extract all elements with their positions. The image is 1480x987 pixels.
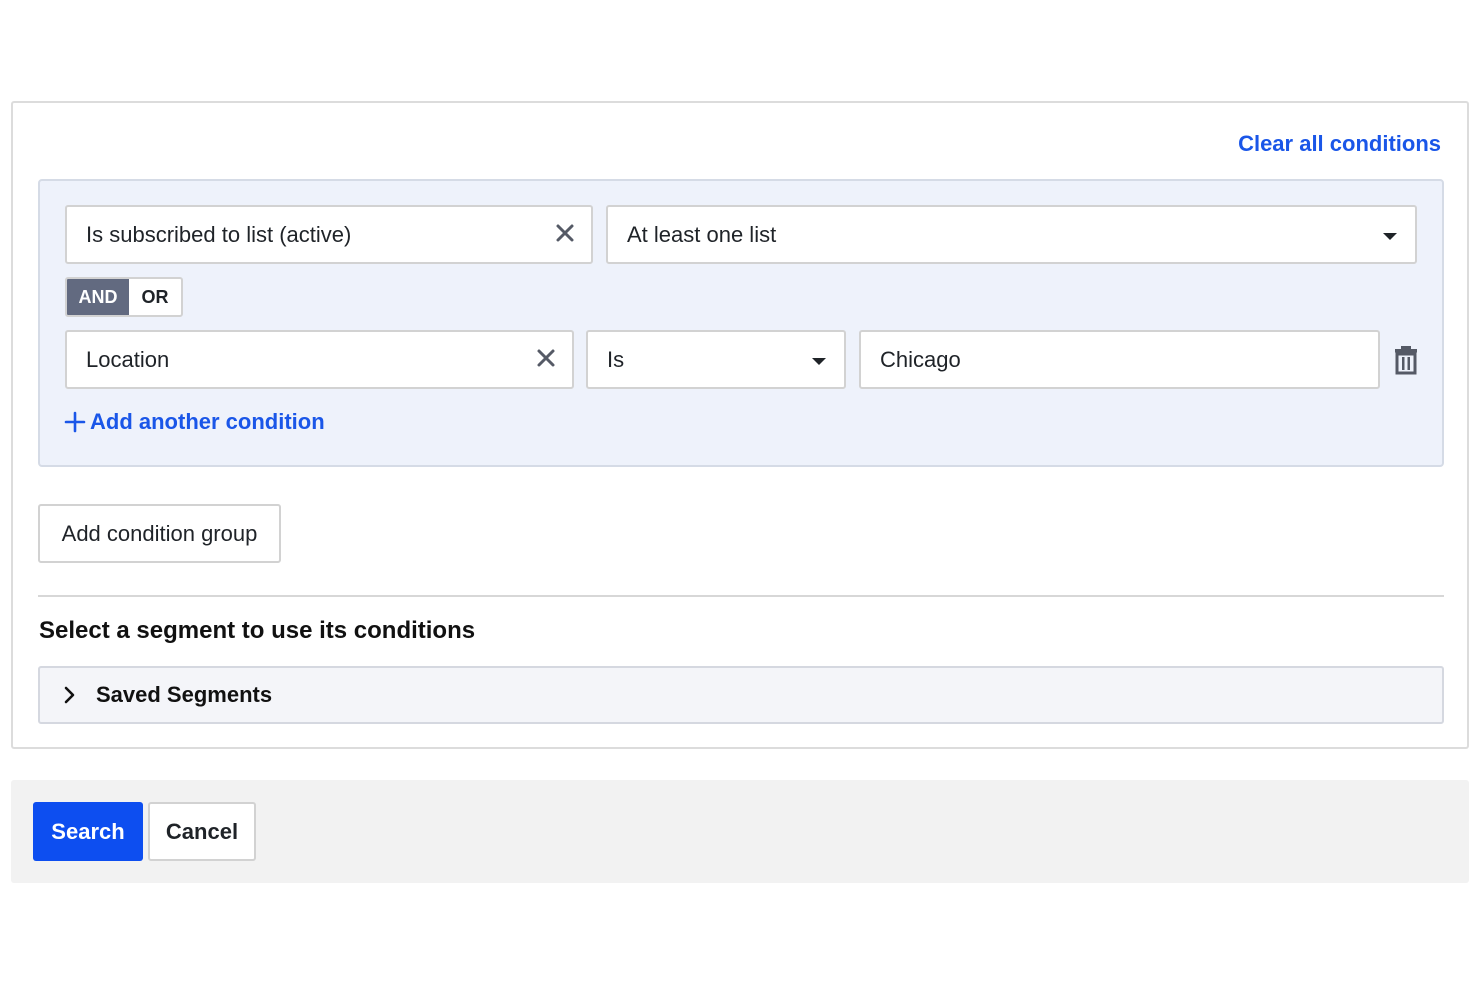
condition-2-operator-value: Is xyxy=(607,346,625,372)
condition-1-operator-select[interactable]: At least one list xyxy=(606,205,1417,264)
condition-group: Is subscribed to list (active) At least … xyxy=(38,179,1444,467)
saved-segments-accordion[interactable]: Saved Segments xyxy=(38,666,1444,724)
condition-2-operator-select[interactable]: Is xyxy=(586,330,846,389)
condition-2-field-value: Location xyxy=(86,346,170,372)
add-condition-group-button[interactable]: Add condition group xyxy=(38,504,281,563)
condition-2-field-select[interactable]: Location xyxy=(65,330,574,389)
close-icon[interactable] xyxy=(553,221,577,245)
conditions-panel: Clear all conditions Is subscribed to li… xyxy=(11,101,1469,749)
add-another-condition-label: Add another condition xyxy=(90,409,325,434)
divider xyxy=(38,595,1444,597)
logic-or-button[interactable]: OR xyxy=(129,279,181,315)
caret-down-icon xyxy=(1383,233,1397,240)
add-condition-group-label: Add condition group xyxy=(61,520,258,546)
chevron-right-icon xyxy=(64,686,75,704)
close-icon[interactable] xyxy=(534,346,558,370)
plus-icon xyxy=(64,411,86,433)
trash-icon[interactable] xyxy=(1393,345,1419,375)
add-another-condition-button[interactable]: Add another condition xyxy=(64,409,325,435)
condition-1-field-select[interactable]: Is subscribed to list (active) xyxy=(65,205,593,264)
logic-and-button[interactable]: AND xyxy=(67,279,129,315)
search-button[interactable]: Search xyxy=(33,802,143,861)
cancel-button[interactable]: Cancel xyxy=(148,802,256,861)
caret-down-icon xyxy=(812,358,826,365)
segments-heading: Select a segment to use its conditions xyxy=(39,617,476,644)
condition-1-operator-value: At least one list xyxy=(627,221,777,247)
condition-2-value-input[interactable]: Chicago xyxy=(859,330,1380,389)
logic-toggle: AND OR xyxy=(65,277,183,317)
condition-2-value-text: Chicago xyxy=(880,346,961,372)
footer-bar: Search Cancel xyxy=(11,780,1469,883)
clear-all-conditions-link[interactable]: Clear all conditions xyxy=(1238,131,1441,157)
condition-1-field-value: Is subscribed to list (active) xyxy=(86,221,352,247)
saved-segments-label: Saved Segments xyxy=(96,682,273,707)
